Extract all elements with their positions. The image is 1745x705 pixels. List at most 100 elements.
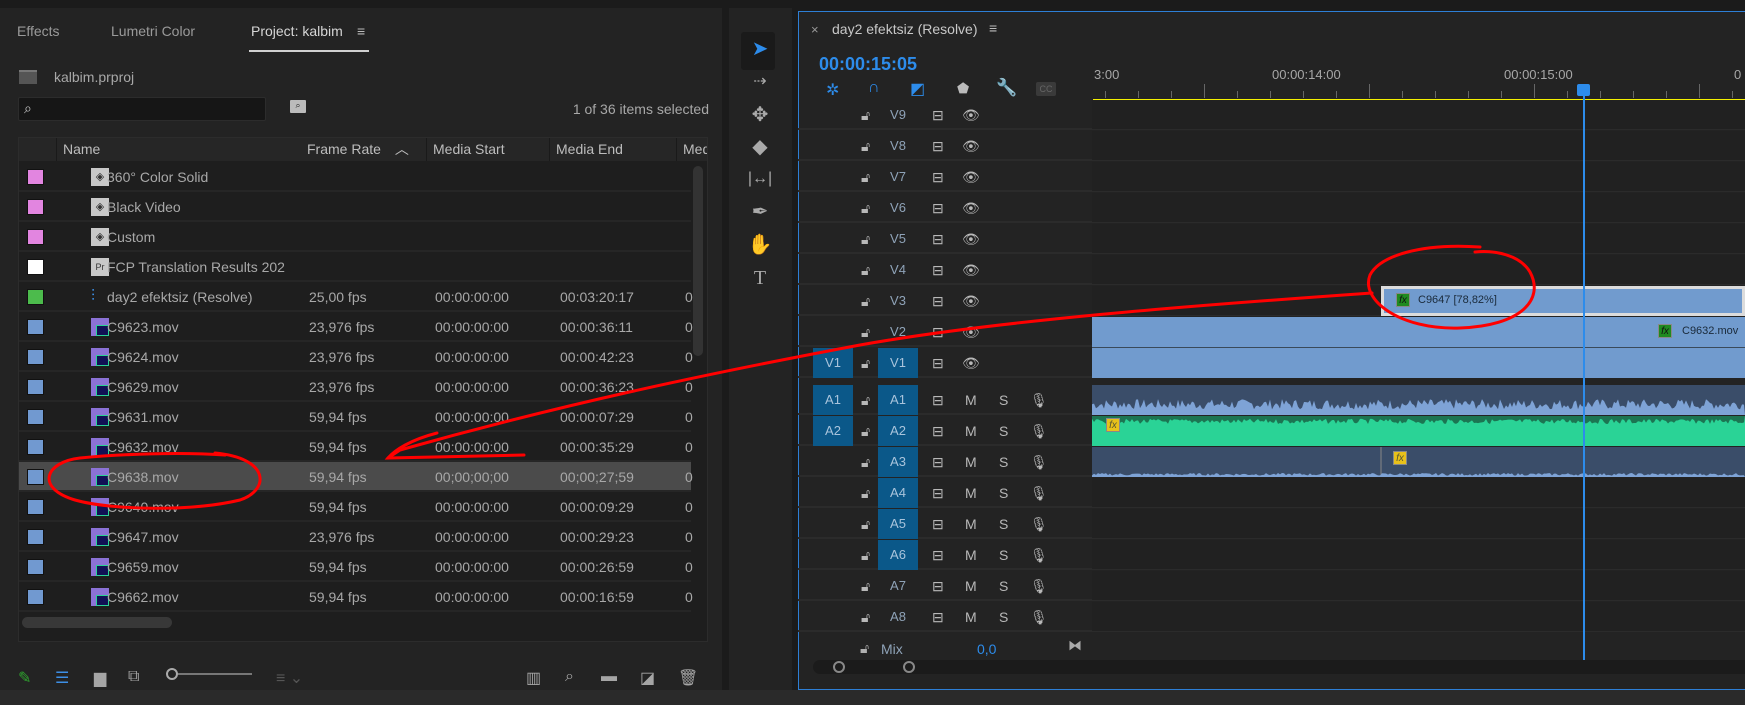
track-target[interactable]: V3 — [878, 286, 918, 316]
track-target[interactable]: A8 — [878, 602, 918, 632]
microphone-icon[interactable]: 🎙︎ — [1030, 485, 1048, 502]
scroll-handle-left[interactable] — [833, 661, 845, 673]
new-search-bin-icon[interactable]: ⌕ — [290, 100, 306, 113]
video-track-header[interactable]: 🔓︎ V4 ⊟ 👁︎ — [798, 255, 1092, 285]
label-color-swatch[interactable] — [27, 229, 44, 245]
nest-toggle-icon[interactable]: ✲ — [826, 80, 839, 100]
settings-wrench-icon[interactable]: 🔧 — [996, 78, 1017, 98]
microphone-icon[interactable]: 🎙︎ — [1030, 423, 1048, 440]
eye-icon[interactable]: 👁︎ — [962, 138, 980, 155]
mute-button[interactable]: M — [965, 609, 977, 625]
close-sequence-button[interactable]: × — [811, 22, 819, 37]
label-color-swatch[interactable] — [27, 529, 44, 545]
lock-icon[interactable]: 🔓︎ — [861, 200, 870, 217]
label-color-swatch[interactable] — [27, 169, 44, 185]
track-target[interactable]: V9 — [878, 100, 918, 130]
audio-track-header[interactable]: 🔓︎ A4 ⊟ M S 🎙︎ — [798, 478, 1092, 508]
selection-tool-icon[interactable]: ➤ — [745, 36, 775, 62]
mute-button[interactable]: M — [965, 578, 977, 594]
lock-icon[interactable]: 🔓︎ — [861, 169, 870, 186]
lock-icon[interactable]: 🔓︎ — [861, 107, 870, 124]
video-track-lane[interactable] — [1092, 162, 1745, 192]
audio-track-header[interactable]: A2 🔓︎ A2 ⊟ M S 🎙︎ — [798, 416, 1092, 446]
track-target[interactable]: V5 — [878, 224, 918, 254]
sync-lock-icon[interactable]: ⊟ — [932, 200, 944, 217]
clip-c9632[interactable]: fx C9632.mov — [1092, 317, 1745, 378]
track-target[interactable]: V2 — [878, 317, 918, 347]
type-tool-icon[interactable]: T — [745, 265, 775, 291]
source-patch[interactable]: A2 — [813, 416, 853, 446]
audio-track-header[interactable]: 🔓︎ A7 ⊟ M S 🎙︎ — [798, 571, 1092, 601]
track-target[interactable]: A6 — [878, 540, 918, 570]
tab-effects[interactable]: Effects — [17, 23, 60, 39]
sequence-tab-title[interactable]: day2 efektsiz (Resolve) — [832, 21, 978, 37]
video-track-header[interactable]: 🔓︎ V3 ⊟ 👁︎ — [798, 286, 1092, 316]
sync-lock-icon[interactable]: ⊟ — [932, 392, 944, 409]
captions-icon[interactable]: CC — [1036, 82, 1056, 96]
video-track-header[interactable]: 🔓︎ V5 ⊟ 👁︎ — [798, 224, 1092, 254]
track-target[interactable]: A4 — [878, 478, 918, 508]
audio-clip-a3[interactable] — [1092, 447, 1745, 477]
lock-icon[interactable]: 🔓︎ — [861, 547, 870, 564]
microphone-icon[interactable]: 🎙︎ — [1030, 578, 1048, 595]
sync-lock-icon[interactable]: ⊟ — [932, 516, 944, 533]
go-to-mix-icon[interactable]: ⧓ — [1068, 637, 1082, 654]
table-row[interactable]: C9638.mov 59,94 fps 00;00;00;00 00;00;27;59… — [19, 462, 693, 492]
microphone-icon[interactable]: 🎙︎ — [1030, 454, 1048, 471]
solo-button[interactable]: S — [999, 578, 1008, 594]
lock-icon[interactable]: 🔓︎ — [861, 516, 870, 533]
audio-track-lane[interactable] — [1092, 571, 1745, 601]
video-track-header[interactable]: 🔓︎ V6 ⊟ 👁︎ — [798, 193, 1092, 223]
sync-lock-icon[interactable]: ⊟ — [932, 578, 944, 595]
label-color-swatch[interactable] — [27, 289, 44, 305]
table-row[interactable]: C9629.mov 23,976 fps 00:00:00:00 00:00:36:2… — [19, 372, 693, 402]
track-select-tool-icon[interactable]: ⇢ — [745, 69, 775, 95]
audio-track-header[interactable]: 🔓︎ A8 ⊟ M S 🎙︎ — [798, 602, 1092, 632]
video-track-header[interactable]: 🔓︎ V9 ⊟ 👁︎ — [798, 100, 1092, 130]
audio-track-lane[interactable] — [1092, 602, 1745, 632]
lock-icon[interactable]: 🔓︎ — [861, 423, 870, 440]
trash-icon[interactable]: 🗑 — [678, 668, 698, 688]
video-track-header[interactable]: V1 🔓︎ V1 ⊟ 👁︎ — [798, 348, 1092, 378]
playhead-handle[interactable] — [1577, 84, 1590, 96]
track-target[interactable]: A7 — [878, 571, 918, 601]
table-row[interactable]: C9624.mov 23,976 fps 00:00:00:00 00:00:42:2… — [19, 342, 693, 372]
column-header-frame-rate[interactable]: Frame Rate ︿ — [301, 138, 427, 161]
automate-to-sequence-icon[interactable]: ▥ — [526, 668, 541, 688]
eye-icon[interactable]: 👁︎ — [962, 262, 980, 279]
mute-button[interactable]: M — [965, 547, 977, 563]
solo-button[interactable]: S — [999, 609, 1008, 625]
freeform-view-icon[interactable]: ⧉ — [128, 668, 139, 686]
new-item-icon[interactable]: ◪ — [640, 668, 655, 688]
hamburger-icon[interactable]: ≡ — [357, 23, 365, 39]
solo-button[interactable]: S — [999, 423, 1008, 439]
sync-lock-icon[interactable]: ⊟ — [932, 138, 944, 155]
sync-lock-icon[interactable]: ⊟ — [932, 485, 944, 502]
audio-track-header[interactable]: 🔓︎ A6 ⊟ M S 🎙︎ — [798, 540, 1092, 570]
solo-button[interactable]: S — [999, 485, 1008, 501]
clip-c9647[interactable]: fx C9647 [78,82%] — [1381, 286, 1745, 316]
table-row[interactable]: C9647.mov 23,976 fps 00:00:00:00 00:00:29:2… — [19, 522, 693, 552]
video-track-lane[interactable] — [1092, 193, 1745, 223]
table-row[interactable]: ⫶ day2 efektsiz (Resolve) 25,00 fps 00:00:0… — [19, 282, 693, 312]
label-color-swatch[interactable] — [27, 409, 44, 425]
audio-track-header[interactable]: 🔓︎ A3 ⊟ M S 🎙︎ — [798, 447, 1092, 477]
sync-lock-icon[interactable]: ⊟ — [932, 454, 944, 471]
video-track-lane[interactable] — [1092, 131, 1745, 161]
playhead-line[interactable] — [1583, 96, 1585, 660]
mix-volume-value[interactable]: 0,0 — [977, 641, 996, 657]
video-track-header[interactable]: 🔓︎ V8 ⊟ 👁︎ — [798, 131, 1092, 161]
linked-selection-icon[interactable]: ◩ — [910, 79, 925, 99]
lock-icon[interactable]: 🔓︎ — [861, 578, 870, 595]
pen-tool-icon[interactable]: ✒ — [745, 199, 775, 225]
lock-icon[interactable]: 🔓︎ — [861, 609, 870, 626]
lock-icon[interactable]: 🔓︎ — [860, 640, 869, 657]
table-row[interactable]: ◈ 360° Color Solid — [19, 162, 691, 192]
sync-lock-icon[interactable]: ⊟ — [932, 169, 944, 186]
label-color-swatch[interactable] — [27, 499, 44, 515]
scroll-handle-right[interactable] — [903, 661, 915, 673]
track-target[interactable]: V7 — [878, 162, 918, 192]
lock-icon[interactable]: 🔓︎ — [861, 485, 870, 502]
eye-icon[interactable]: 👁︎ — [962, 293, 980, 310]
mute-button[interactable]: M — [965, 485, 977, 501]
